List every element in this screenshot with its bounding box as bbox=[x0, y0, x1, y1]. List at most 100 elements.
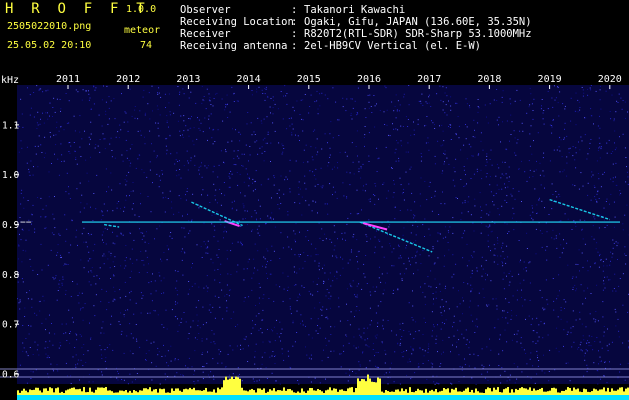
noise-speck bbox=[271, 219, 273, 221]
noise-speck bbox=[65, 263, 67, 265]
noise-speck bbox=[358, 328, 360, 330]
noise-speck bbox=[393, 289, 394, 291]
noise-speck bbox=[346, 223, 348, 225]
noise-speck bbox=[157, 127, 159, 129]
amplitude-bar bbox=[393, 391, 395, 395]
noise-speck bbox=[34, 228, 36, 230]
noise-speck bbox=[425, 142, 427, 144]
amplitude-bar bbox=[527, 389, 529, 395]
noise-speck bbox=[595, 90, 597, 92]
noise-speck bbox=[252, 378, 254, 380]
noise-speck bbox=[31, 220, 33, 222]
noise-speck bbox=[252, 190, 254, 192]
noise-speck bbox=[529, 87, 531, 89]
noise-speck bbox=[273, 218, 274, 220]
noise-speck bbox=[619, 363, 621, 365]
amplitude-bar bbox=[515, 388, 517, 395]
noise-speck bbox=[405, 171, 407, 173]
noise-speck bbox=[340, 366, 342, 368]
noise-speck bbox=[604, 361, 606, 363]
noise-speck bbox=[509, 270, 511, 272]
noise-speck bbox=[69, 342, 71, 344]
noise-speck bbox=[187, 367, 189, 369]
noise-speck bbox=[124, 206, 126, 208]
noise-speck bbox=[221, 98, 223, 100]
noise-speck bbox=[132, 337, 134, 339]
noise-speck bbox=[554, 369, 556, 371]
noise-speck bbox=[445, 319, 447, 321]
noise-speck bbox=[572, 289, 574, 290]
noise-speck bbox=[282, 151, 284, 153]
noise-speck bbox=[474, 205, 476, 207]
noise-speck bbox=[399, 255, 401, 257]
noise-speck bbox=[587, 182, 589, 184]
noise-speck bbox=[607, 328, 608, 330]
noise-speck bbox=[298, 383, 300, 385]
noise-speck bbox=[181, 248, 183, 250]
noise-speck bbox=[544, 187, 545, 189]
info-key-receiver: Receiver bbox=[180, 28, 231, 40]
noise-speck bbox=[289, 125, 291, 127]
noise-speck bbox=[126, 195, 127, 197]
noise-speck bbox=[64, 214, 66, 216]
noise-speck bbox=[294, 202, 296, 204]
noise-speck bbox=[536, 317, 538, 319]
noise-speck bbox=[363, 185, 364, 187]
noise-speck bbox=[428, 102, 430, 104]
noise-speck bbox=[511, 121, 513, 123]
noise-speck bbox=[77, 295, 79, 296]
noise-speck bbox=[456, 346, 457, 348]
noise-speck bbox=[113, 98, 115, 100]
noise-speck bbox=[158, 92, 160, 94]
noise-speck bbox=[247, 261, 249, 263]
noise-speck bbox=[454, 171, 456, 173]
noise-speck bbox=[21, 113, 23, 115]
noise-speck bbox=[363, 332, 365, 334]
noise-speck bbox=[25, 338, 27, 339]
noise-speck bbox=[611, 341, 613, 343]
noise-speck bbox=[381, 273, 383, 275]
noise-speck bbox=[342, 182, 344, 184]
noise-speck bbox=[450, 382, 452, 384]
noise-speck bbox=[294, 271, 295, 273]
noise-speck bbox=[317, 325, 318, 326]
noise-speck bbox=[394, 152, 396, 154]
noise-speck bbox=[582, 303, 584, 305]
noise-speck bbox=[501, 101, 503, 103]
noise-speck bbox=[393, 128, 395, 130]
info-sep: : bbox=[291, 16, 298, 28]
noise-speck bbox=[446, 114, 448, 116]
noise-speck bbox=[182, 88, 184, 90]
noise-speck bbox=[125, 139, 127, 141]
noise-speck bbox=[361, 209, 362, 211]
noise-speck bbox=[259, 234, 261, 236]
noise-speck bbox=[368, 155, 370, 157]
amplitude-bar bbox=[23, 388, 25, 395]
noise-speck bbox=[254, 350, 256, 352]
noise-speck bbox=[151, 143, 152, 145]
noise-speck bbox=[99, 139, 101, 140]
info-value-observer: Takanori Kawachi bbox=[304, 4, 406, 16]
noise-speck bbox=[598, 198, 600, 199]
noise-speck bbox=[228, 175, 230, 177]
noise-speck bbox=[588, 345, 590, 347]
noise-speck bbox=[326, 308, 328, 310]
noise-speck bbox=[356, 189, 358, 191]
noise-speck bbox=[225, 151, 227, 153]
noise-speck bbox=[18, 151, 20, 153]
noise-speck bbox=[365, 367, 367, 369]
noise-speck bbox=[584, 117, 585, 119]
noise-speck bbox=[117, 131, 119, 133]
noise-speck bbox=[264, 99, 266, 101]
noise-speck bbox=[624, 246, 626, 248]
noise-speck bbox=[110, 255, 112, 257]
noise-speck bbox=[462, 300, 464, 302]
noise-speck bbox=[302, 320, 303, 322]
noise-speck bbox=[292, 128, 294, 130]
noise-speck bbox=[125, 265, 127, 267]
noise-speck bbox=[199, 173, 200, 175]
noise-speck bbox=[543, 152, 545, 154]
noise-speck bbox=[342, 267, 344, 269]
noise-speck bbox=[598, 350, 599, 352]
noise-speck bbox=[529, 133, 531, 135]
